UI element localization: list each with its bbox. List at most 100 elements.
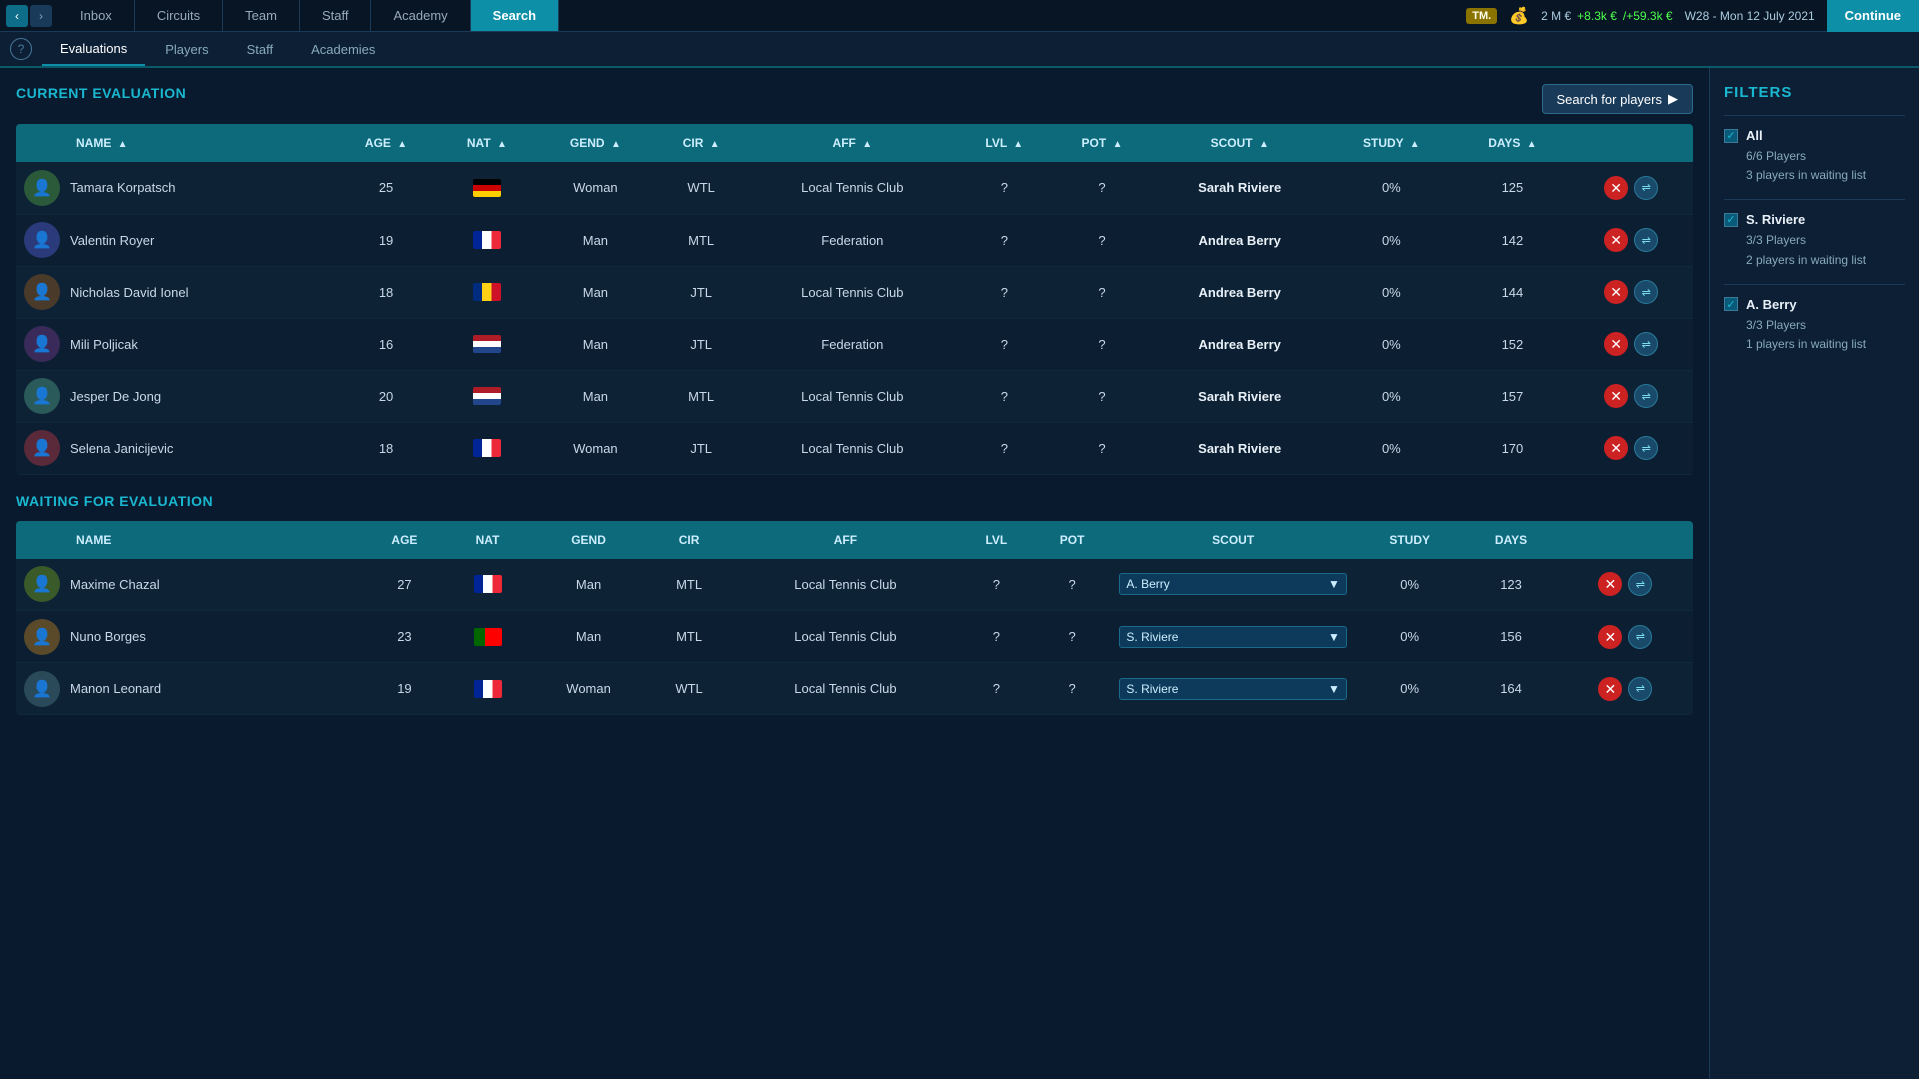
wcol-lvl[interactable]: LVL <box>960 521 1033 559</box>
tm-logo: TM. <box>1466 8 1497 24</box>
wcol-gend[interactable]: GEND <box>530 521 647 559</box>
nav-back-button[interactable]: ‹ <box>6 5 28 27</box>
wcol-study[interactable]: STUDY <box>1355 521 1465 559</box>
remove-player-button[interactable]: ✕ <box>1604 176 1628 200</box>
filter-sub-info: 3/3 Players2 players in waiting list <box>1724 231 1905 269</box>
swap-player-button[interactable]: ⇌ <box>1628 677 1652 701</box>
player-scout-dropdown-cell[interactable]: S. Riviere ▼ <box>1111 663 1354 715</box>
remove-player-button[interactable]: ✕ <box>1604 436 1628 460</box>
sub-tab-staff[interactable]: Staff <box>229 32 292 66</box>
player-circuit: MTL <box>647 559 731 611</box>
player-scout-dropdown-cell[interactable]: A. Berry ▼ <box>1111 559 1354 611</box>
player-scout: Andrea Berry <box>1152 266 1327 318</box>
right-panel: FILTERS All6/6 Players3 players in waiti… <box>1709 68 1919 1079</box>
swap-player-button[interactable]: ⇌ <box>1634 384 1658 408</box>
chevron-down-icon: ▼ <box>1328 682 1340 696</box>
scout-name: Andrea Berry <box>1199 285 1281 300</box>
nav-tab-inbox[interactable]: Inbox <box>58 0 135 31</box>
player-flag <box>473 283 501 301</box>
wcol-cir[interactable]: CIR <box>647 521 731 559</box>
filter-checkbox[interactable] <box>1724 213 1738 227</box>
col-days[interactable]: DAYS ▲ <box>1456 124 1570 162</box>
nav-tab-team[interactable]: Team <box>223 0 300 31</box>
col-aff[interactable]: AFF ▲ <box>748 124 957 162</box>
player-study: 0% <box>1327 422 1455 474</box>
player-actions: ✕ ⇌ <box>1569 422 1693 474</box>
wcol-pot[interactable]: POT <box>1033 521 1112 559</box>
swap-player-button[interactable]: ⇌ <box>1634 332 1658 356</box>
remove-player-button[interactable]: ✕ <box>1598 625 1622 649</box>
scout-name: Sarah Riviere <box>1198 441 1281 456</box>
nav-tab-staff[interactable]: Staff <box>300 0 372 31</box>
col-scout[interactable]: SCOUT ▲ <box>1152 124 1327 162</box>
player-name: Tamara Korpatsch <box>70 180 176 195</box>
col-cir[interactable]: CIR ▲ <box>654 124 747 162</box>
swap-player-button[interactable]: ⇌ <box>1628 572 1652 596</box>
scout-dropdown-value: S. Riviere <box>1126 630 1178 644</box>
nav-tab-circuits[interactable]: Circuits <box>135 0 223 31</box>
continue-button[interactable]: Continue <box>1827 0 1919 32</box>
player-scout-dropdown-cell[interactable]: S. Riviere ▼ <box>1111 611 1354 663</box>
remove-player-button[interactable]: ✕ <box>1604 228 1628 252</box>
filter-checkbox[interactable] <box>1724 297 1738 311</box>
table-header-row: NAME ▲ AGE ▲ NAT ▲ GEND ▲ CIR ▲ AFF ▲ LV… <box>16 124 1693 162</box>
player-days: 142 <box>1456 214 1570 266</box>
scout-dropdown[interactable]: A. Berry ▼ <box>1119 573 1346 595</box>
filter-checkbox[interactable] <box>1724 129 1738 143</box>
sub-tab-evaluations[interactable]: Evaluations <box>42 32 145 66</box>
nav-tab-search[interactable]: Search <box>471 0 559 31</box>
wcol-aff[interactable]: AFF <box>731 521 960 559</box>
current-eval-table: NAME ▲ AGE ▲ NAT ▲ GEND ▲ CIR ▲ AFF ▲ LV… <box>16 124 1693 475</box>
col-gend[interactable]: GEND ▲ <box>536 124 654 162</box>
player-flag <box>473 335 501 353</box>
wcol-age[interactable]: AGE <box>364 521 445 559</box>
swap-player-button[interactable]: ⇌ <box>1634 280 1658 304</box>
col-pot[interactable]: POT ▲ <box>1052 124 1152 162</box>
remove-player-button[interactable]: ✕ <box>1604 332 1628 356</box>
remove-player-button[interactable]: ✕ <box>1604 384 1628 408</box>
search-for-players-button[interactable]: Search for players ▶ <box>1542 84 1694 114</box>
sub-tab-players[interactable]: Players <box>147 32 226 66</box>
remove-player-button[interactable]: ✕ <box>1604 280 1628 304</box>
filter-label: A. Berry <box>1746 297 1797 312</box>
table-row: 👤Jesper De Jong20ManMTLLocal Tennis Club… <box>16 370 1693 422</box>
player-name-cell: 👤Manon Leonard <box>16 663 364 715</box>
remove-player-button[interactable]: ✕ <box>1598 677 1622 701</box>
swap-player-button[interactable]: ⇌ <box>1634 176 1658 200</box>
wcol-scout[interactable]: SCOUT <box>1111 521 1354 559</box>
help-button[interactable]: ? <box>10 38 32 60</box>
action-buttons: ✕ ⇌ <box>1577 176 1685 200</box>
col-nat[interactable]: NAT ▲ <box>437 124 536 162</box>
nav-tab-academy[interactable]: Academy <box>371 0 470 31</box>
scout-dropdown[interactable]: S. Riviere ▼ <box>1119 626 1346 648</box>
sub-nav: ? Evaluations Players Staff Academies <box>0 32 1919 68</box>
sub-tab-academies[interactable]: Academies <box>293 32 393 66</box>
swap-player-button[interactable]: ⇌ <box>1634 436 1658 460</box>
nav-forward-button[interactable]: › <box>30 5 52 27</box>
remove-player-button[interactable]: ✕ <box>1598 572 1622 596</box>
col-study[interactable]: STUDY ▲ <box>1327 124 1455 162</box>
player-avatar: 👤 <box>24 326 60 362</box>
col-lvl[interactable]: LVL ▲ <box>957 124 1052 162</box>
player-gender: Woman <box>530 663 647 715</box>
wcol-name[interactable]: NAME <box>16 521 364 559</box>
col-age[interactable]: AGE ▲ <box>335 124 438 162</box>
nav-tabs: Inbox Circuits Team Staff Academy Search <box>58 0 559 31</box>
wcol-days[interactable]: DAYS <box>1464 521 1557 559</box>
swap-player-button[interactable]: ⇌ <box>1634 228 1658 252</box>
player-days: 157 <box>1456 370 1570 422</box>
scout-dropdown[interactable]: S. Riviere ▼ <box>1119 678 1346 700</box>
filter-players-count: 3/3 Players <box>1746 231 1905 250</box>
swap-player-button[interactable]: ⇌ <box>1628 625 1652 649</box>
col-actions <box>1569 124 1693 162</box>
player-name-cell: 👤Valentin Royer <box>16 214 335 266</box>
player-affiliation: Local Tennis Club <box>748 370 957 422</box>
col-name[interactable]: NAME ▲ <box>16 124 335 162</box>
player-actions: ✕ ⇌ <box>1569 370 1693 422</box>
player-affiliation: Local Tennis Club <box>731 559 960 611</box>
player-nat <box>437 370 536 422</box>
player-age: 16 <box>335 318 438 370</box>
action-buttons: ✕ ⇌ <box>1577 332 1685 356</box>
left-panel: CURRENT EVALUATION Search for players ▶ … <box>0 68 1709 1079</box>
wcol-nat[interactable]: NAT <box>445 521 530 559</box>
